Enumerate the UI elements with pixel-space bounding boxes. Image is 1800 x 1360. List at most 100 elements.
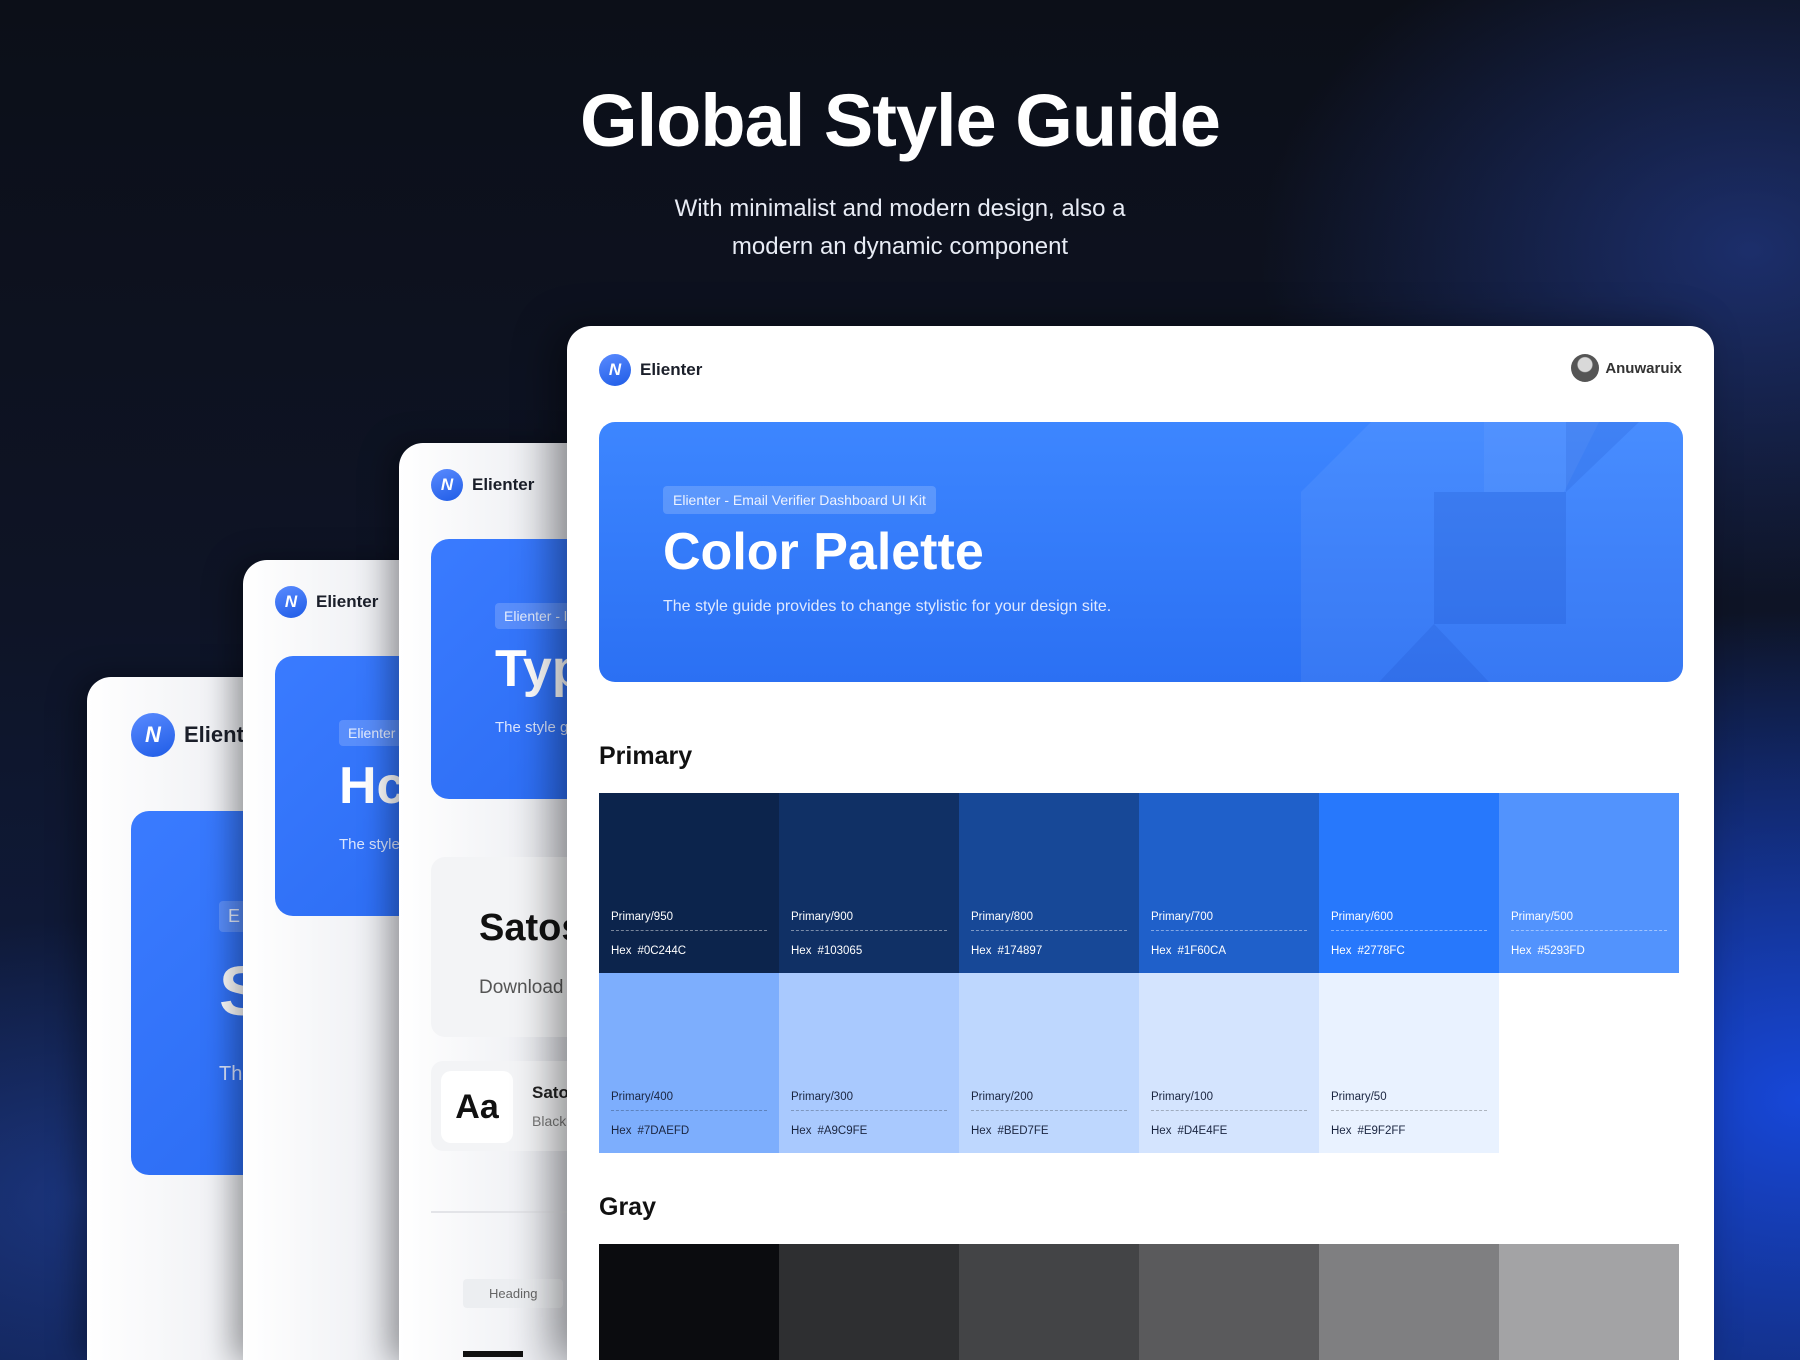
- swatch-hex-prefix: Hex: [1151, 1125, 1172, 1137]
- card3-font-small: Sato: [532, 1083, 569, 1102]
- swatch-hex-prefix: Hex: [971, 945, 992, 957]
- swatch-hex-prefix: Hex: [1151, 945, 1172, 957]
- swatch-hex-value: #D4E4FE: [1177, 1125, 1228, 1137]
- swatch-name: Primary/600: [1331, 911, 1487, 931]
- swatch-hex-value: #A9C9FE: [817, 1125, 868, 1137]
- swatch-name: Primary/300: [791, 1091, 947, 1111]
- swatch-hex-prefix: Hex: [1511, 945, 1532, 957]
- avatar: [1571, 354, 1600, 382]
- gray-swatch[interactable]: [1499, 1244, 1679, 1360]
- swatch-name: Primary/200: [971, 1091, 1127, 1111]
- user-profile[interactable]: Anuwaruix: [1571, 354, 1682, 382]
- swatch-hex: Hex #174897: [971, 945, 1042, 957]
- card2-logo-text: Elienter: [316, 592, 379, 611]
- swatch-hex: Hex #5293FD: [1511, 945, 1585, 957]
- card3-aa-text: Aa: [455, 1087, 499, 1126]
- gray-section-title: Gray: [599, 1193, 656, 1221]
- card3-heading-chip: Heading: [463, 1279, 564, 1308]
- swatch-hex-value: #103065: [817, 945, 863, 957]
- card1-logo-text: Elient: [184, 722, 244, 747]
- swatch-hex-value: #E9F2FF: [1357, 1125, 1406, 1137]
- gray-swatch[interactable]: [959, 1244, 1139, 1360]
- swatch-hex: Hex #E9F2FF: [1331, 1125, 1405, 1137]
- hero-subtitle-line-1: With minimalist and modern design, also …: [674, 195, 1126, 222]
- swatch-hex-value: #174897: [997, 945, 1043, 957]
- hero-subtitle-line-2: modern an dynamic component: [731, 233, 1069, 260]
- main-style-guide-card: N Elienter Anuwaruix Elienter - Email Ve…: [567, 326, 1714, 1360]
- main-logo: N Elienter: [599, 354, 702, 386]
- swatch-hex-prefix: Hex: [791, 945, 812, 957]
- gray-swatch[interactable]: [779, 1244, 959, 1360]
- swatch-name: Primary/500: [1511, 911, 1667, 931]
- color-swatch[interactable]: Primary/700 Hex #1F60CA: [1139, 793, 1319, 973]
- card2-desc: The style: [339, 836, 400, 853]
- swatch-hex: Hex #0C244C: [611, 945, 686, 957]
- swatch-hex-prefix: Hex: [1331, 945, 1352, 957]
- swatch-name: Primary/100: [1151, 1091, 1307, 1111]
- card3-aa-tile: Aa: [441, 1071, 513, 1143]
- banner-description: The style guide provides to change styli…: [663, 598, 1112, 615]
- gray-swatch[interactable]: [1139, 1244, 1319, 1360]
- card3-font-weight: Black: [532, 1113, 567, 1129]
- card1-desc: Th: [219, 1063, 243, 1085]
- swatch-hex: Hex #D4E4FE: [1151, 1125, 1227, 1137]
- color-swatch[interactable]: Primary/900 Hex #103065: [779, 793, 959, 973]
- swatch-hex-value: #7DAEFD: [637, 1125, 690, 1137]
- swatch-hex-value: #5293FD: [1537, 945, 1585, 957]
- card3-heading-preview: [463, 1351, 523, 1357]
- color-swatch[interactable]: Primary/950 Hex #0C244C: [599, 793, 779, 973]
- card3-font-row: Aa Sato Black: [431, 1061, 579, 1151]
- primary-section-title: Primary: [599, 742, 693, 770]
- card3-divider: [431, 1211, 579, 1213]
- swatch-hex-value: #1F60CA: [1177, 945, 1227, 957]
- swatch-name: Primary/400: [611, 1091, 767, 1111]
- hero-subtitle: With minimalist and modern design, also …: [0, 190, 1800, 266]
- swatch-name: Primary/950: [611, 911, 767, 931]
- swatch-name: Primary/800: [971, 911, 1127, 931]
- main-logo-text: Elienter: [640, 360, 703, 379]
- hero-title: Global Style Guide: [580, 79, 1221, 162]
- swatch-hex: Hex #2778FC: [1331, 945, 1405, 957]
- color-palette-banner: Elienter - Email Verifier Dashboard UI K…: [599, 422, 1683, 682]
- color-swatch[interactable]: Primary/50 Hex #E9F2FF: [1319, 973, 1499, 1153]
- color-swatch[interactable]: Primary/400 Hex #7DAEFD: [599, 973, 779, 1153]
- card3-download-link[interactable]: Download: [479, 977, 564, 999]
- swatch-hex-prefix: Hex: [971, 1125, 992, 1137]
- card3-font-card: Satos Download: [431, 857, 579, 1037]
- card2-chip: Elienter: [339, 720, 405, 746]
- swatch-hex-prefix: Hex: [611, 945, 632, 957]
- gray-swatch[interactable]: [599, 1244, 779, 1360]
- card1-logo: N Elient: [131, 713, 244, 757]
- color-swatch[interactable]: Primary/300 Hex #A9C9FE: [779, 973, 959, 1153]
- swatch-hex-prefix: Hex: [1331, 1125, 1352, 1137]
- preview-card-3: N Elienter Elienter - l Typ The style g …: [399, 443, 579, 1360]
- gray-swatch[interactable]: [1319, 1244, 1499, 1360]
- swatch-hex: Hex #A9C9FE: [791, 1125, 867, 1137]
- swatch-name: Primary/900: [791, 911, 947, 931]
- banner-title: Color Palette: [663, 523, 984, 581]
- card3-font-name: Satos: [479, 907, 579, 949]
- swatch-hex-value: #BED7FE: [997, 1125, 1049, 1137]
- elienter-logo-icon: N: [431, 469, 463, 501]
- card3-desc: The style g: [495, 719, 569, 736]
- swatch-hex: Hex #BED7FE: [971, 1125, 1049, 1137]
- color-swatch[interactable]: Primary/600 Hex #2778FC: [1319, 793, 1499, 973]
- card3-chip: Elienter - l: [495, 603, 577, 629]
- elienter-logo-icon: N: [275, 586, 307, 618]
- elienter-logo-icon: N: [131, 713, 175, 757]
- color-swatch[interactable]: Primary/500 Hex #5293FD: [1499, 793, 1679, 973]
- card2-title: Hc: [339, 757, 406, 815]
- color-swatch[interactable]: Primary/200 Hex #BED7FE: [959, 973, 1139, 1153]
- color-swatch[interactable]: Primary/800 Hex #174897: [959, 793, 1139, 973]
- preview-card-2: N Elienter Elienter Hc The style: [243, 560, 423, 1360]
- swatch-hex-prefix: Hex: [791, 1125, 812, 1137]
- swatch-hex-value: #2778FC: [1357, 945, 1405, 957]
- user-name: Anuwaruix: [1605, 359, 1682, 377]
- swatch-hex: Hex #103065: [791, 945, 862, 957]
- swatch-name: Primary/50: [1331, 1091, 1487, 1111]
- color-swatch[interactable]: Primary/100 Hex #D4E4FE: [1139, 973, 1319, 1153]
- swatch-hex: Hex #7DAEFD: [611, 1125, 689, 1137]
- card3-logo: N Elienter: [431, 469, 534, 501]
- elienter-logo-icon: N: [599, 354, 631, 386]
- card2-logo: N Elienter: [275, 586, 378, 618]
